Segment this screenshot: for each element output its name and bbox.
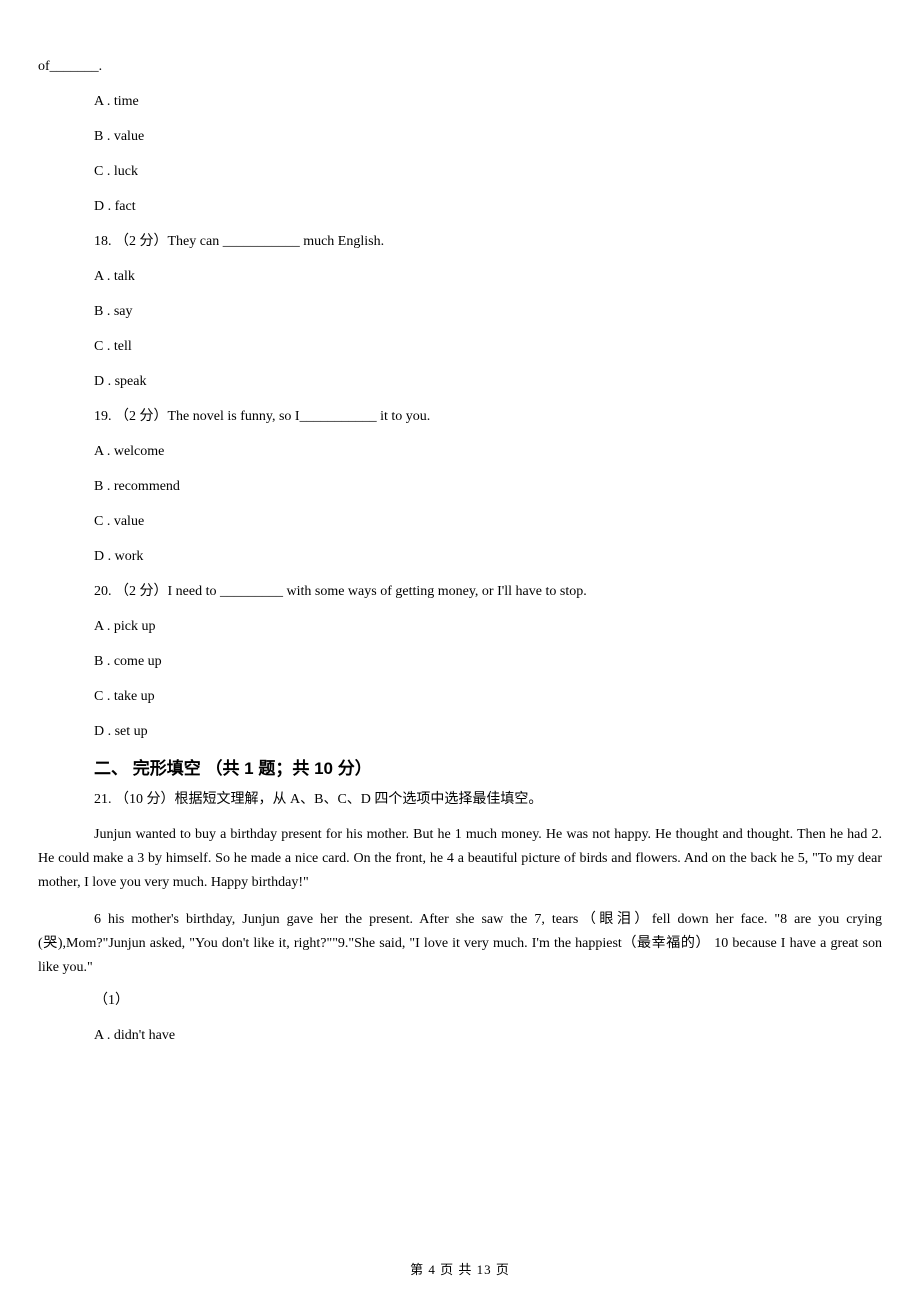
page-footer: 第 4 页 共 13 页 bbox=[0, 1259, 920, 1278]
q17-option-a: A . time bbox=[38, 95, 882, 109]
q17-option-b: B . value bbox=[38, 130, 882, 144]
q20-stem: 20. （2 分）I need to _________ with some w… bbox=[38, 585, 882, 599]
q21-stem: 21. （10 分）根据短文理解，从 A、B、C、D 四个选项中选择最佳填空。 bbox=[38, 793, 882, 807]
q19-option-b: B . recommend bbox=[38, 480, 882, 494]
q19-option-c: C . value bbox=[38, 515, 882, 529]
fragment-line: of_______. bbox=[38, 60, 882, 74]
q19-option-a: A . welcome bbox=[38, 445, 882, 459]
q20-option-b: B . come up bbox=[38, 655, 882, 669]
section-2-heading: 二、 完形填空 （共 1 题；共 10 分） bbox=[38, 760, 882, 777]
q19-stem: 19. （2 分）The novel is funny, so I_______… bbox=[38, 410, 882, 424]
q19-option-d: D . work bbox=[38, 550, 882, 564]
q18-option-b: B . say bbox=[38, 305, 882, 319]
q21-paragraph-1: Junjun wanted to buy a birthday present … bbox=[38, 823, 882, 894]
q21-sub1-label: （1） bbox=[38, 994, 882, 1008]
q17-option-c: C . luck bbox=[38, 165, 882, 179]
q21-paragraph-2: 6 his mother's birthday, Junjun gave her… bbox=[38, 908, 882, 979]
q20-option-c: C . take up bbox=[38, 690, 882, 704]
q18-option-c: C . tell bbox=[38, 340, 882, 354]
q17-option-d: D . fact bbox=[38, 200, 882, 214]
q20-option-a: A . pick up bbox=[38, 620, 882, 634]
q18-stem: 18. （2 分）They can ___________ much Engli… bbox=[38, 235, 882, 249]
q20-option-d: D . set up bbox=[38, 725, 882, 739]
q18-option-a: A . talk bbox=[38, 270, 882, 284]
q18-option-d: D . speak bbox=[38, 375, 882, 389]
q21-sub1-option-a: A . didn't have bbox=[38, 1029, 882, 1043]
